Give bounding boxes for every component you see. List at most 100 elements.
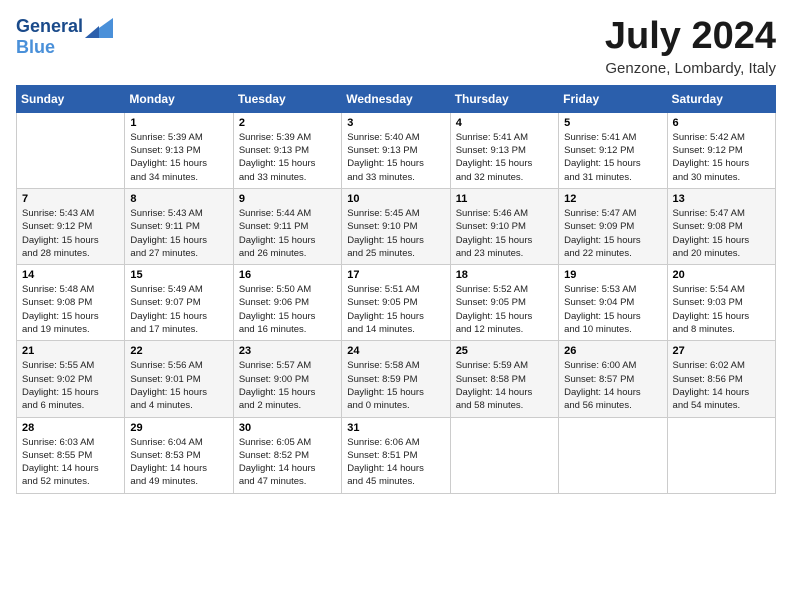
day-info: Sunrise: 5:53 AMSunset: 9:04 PMDaylight:… (564, 283, 661, 336)
day-number: 17 (347, 269, 444, 281)
sunrise-text: Sunrise: 5:41 AM (456, 131, 553, 144)
calendar-cell (17, 112, 125, 188)
day-number: 10 (347, 193, 444, 205)
calendar-week-3: 14Sunrise: 5:48 AMSunset: 9:08 PMDayligh… (17, 265, 776, 341)
sunrise-text: Sunrise: 6:05 AM (239, 436, 336, 449)
daylight-line1: Daylight: 15 hours (456, 234, 553, 247)
day-info: Sunrise: 5:50 AMSunset: 9:06 PMDaylight:… (239, 283, 336, 336)
sunrise-text: Sunrise: 6:02 AM (673, 359, 770, 372)
calendar-cell: 28Sunrise: 6:03 AMSunset: 8:55 PMDayligh… (17, 417, 125, 493)
sunrise-text: Sunrise: 5:56 AM (130, 359, 227, 372)
sunset-text: Sunset: 9:13 PM (239, 144, 336, 157)
daylight-line2: and 19 minutes. (22, 323, 119, 336)
daylight-line2: and 4 minutes. (130, 399, 227, 412)
daylight-line2: and 0 minutes. (347, 399, 444, 412)
daylight-line2: and 28 minutes. (22, 247, 119, 260)
sunset-text: Sunset: 9:11 PM (130, 220, 227, 233)
day-info: Sunrise: 5:40 AMSunset: 9:13 PMDaylight:… (347, 131, 444, 184)
day-number: 26 (564, 345, 661, 357)
weekday-header-friday: Friday (559, 85, 667, 112)
day-info: Sunrise: 5:49 AMSunset: 9:07 PMDaylight:… (130, 283, 227, 336)
calendar-cell: 19Sunrise: 5:53 AMSunset: 9:04 PMDayligh… (559, 265, 667, 341)
calendar-cell: 23Sunrise: 5:57 AMSunset: 9:00 PMDayligh… (233, 341, 341, 417)
daylight-line1: Daylight: 15 hours (673, 157, 770, 170)
calendar-week-1: 1Sunrise: 5:39 AMSunset: 9:13 PMDaylight… (17, 112, 776, 188)
sunset-text: Sunset: 9:04 PM (564, 296, 661, 309)
sunset-text: Sunset: 9:08 PM (22, 296, 119, 309)
daylight-line2: and 22 minutes. (564, 247, 661, 260)
daylight-line1: Daylight: 14 hours (22, 462, 119, 475)
day-number: 22 (130, 345, 227, 357)
sunrise-text: Sunrise: 5:49 AM (130, 283, 227, 296)
sunrise-text: Sunrise: 5:59 AM (456, 359, 553, 372)
daylight-line2: and 32 minutes. (456, 171, 553, 184)
day-info: Sunrise: 6:04 AMSunset: 8:53 PMDaylight:… (130, 436, 227, 489)
day-info: Sunrise: 5:55 AMSunset: 9:02 PMDaylight:… (22, 359, 119, 412)
calendar-cell: 3 Sunrise: 5:40 AMSunset: 9:13 PMDaylight… (342, 112, 450, 188)
sunrise-text: Sunrise: 5:54 AM (673, 283, 770, 296)
day-number: 29 (130, 422, 227, 434)
location: Genzone, Lombardy, Italy (605, 60, 776, 77)
day-number: 20 (673, 269, 770, 281)
daylight-line2: and 56 minutes. (564, 399, 661, 412)
weekday-header-saturday: Saturday (667, 85, 775, 112)
calendar-cell: 18Sunrise: 5:52 AMSunset: 9:05 PMDayligh… (450, 265, 558, 341)
calendar-week-2: 7Sunrise: 5:43 AMSunset: 9:12 PMDaylight… (17, 188, 776, 264)
calendar-cell: 8Sunrise: 5:43 AMSunset: 9:11 PMDaylight… (125, 188, 233, 264)
calendar-cell: 6Sunrise: 5:42 AMSunset: 9:12 PMDaylight… (667, 112, 775, 188)
weekday-header-monday: Monday (125, 85, 233, 112)
day-number: 9 (239, 193, 336, 205)
day-number: 31 (347, 422, 444, 434)
daylight-line1: Daylight: 15 hours (673, 310, 770, 323)
day-number: 8 (130, 193, 227, 205)
sunrise-text: Sunrise: 5:44 AM (239, 207, 336, 220)
daylight-line1: Daylight: 14 hours (673, 386, 770, 399)
day-info: Sunrise: 5:41 AMSunset: 9:13 PMDaylight:… (456, 131, 553, 184)
daylight-line2: and 26 minutes. (239, 247, 336, 260)
day-info: Sunrise: 5:41 AMSunset: 9:12 PMDaylight:… (564, 131, 661, 184)
sunrise-text: Sunrise: 6:03 AM (22, 436, 119, 449)
sunset-text: Sunset: 9:01 PM (130, 373, 227, 386)
sunrise-text: Sunrise: 5:47 AM (673, 207, 770, 220)
day-number: 12 (564, 193, 661, 205)
daylight-line2: and 12 minutes. (456, 323, 553, 336)
daylight-line2: and 23 minutes. (456, 247, 553, 260)
daylight-line1: Daylight: 15 hours (239, 310, 336, 323)
day-number: 11 (456, 193, 553, 205)
daylight-line1: Daylight: 15 hours (347, 310, 444, 323)
calendar-cell: 4Sunrise: 5:41 AMSunset: 9:13 PMDaylight… (450, 112, 558, 188)
sunset-text: Sunset: 9:07 PM (130, 296, 227, 309)
sunrise-text: Sunrise: 5:52 AM (456, 283, 553, 296)
daylight-line2: and 25 minutes. (347, 247, 444, 260)
daylight-line1: Daylight: 15 hours (22, 386, 119, 399)
day-info: Sunrise: 6:06 AMSunset: 8:51 PMDaylight:… (347, 436, 444, 489)
day-number: 16 (239, 269, 336, 281)
sunrise-text: Sunrise: 5:43 AM (130, 207, 227, 220)
sunrise-text: Sunrise: 5:58 AM (347, 359, 444, 372)
day-info: Sunrise: 5:48 AMSunset: 9:08 PMDaylight:… (22, 283, 119, 336)
day-number: 6 (673, 117, 770, 129)
day-number: 15 (130, 269, 227, 281)
day-number: 3 (347, 117, 444, 129)
day-info: Sunrise: 6:02 AMSunset: 8:56 PMDaylight:… (673, 359, 770, 412)
day-info: Sunrise: 5:56 AMSunset: 9:01 PMDaylight:… (130, 359, 227, 412)
weekday-header-row: SundayMondayTuesdayWednesdayThursdayFrid… (17, 85, 776, 112)
daylight-line1: Daylight: 15 hours (564, 157, 661, 170)
daylight-line1: Daylight: 14 hours (130, 462, 227, 475)
daylight-line2: and 34 minutes. (130, 171, 227, 184)
daylight-line2: and 17 minutes. (130, 323, 227, 336)
calendar-cell: 26Sunrise: 6:00 AMSunset: 8:57 PMDayligh… (559, 341, 667, 417)
calendar-cell: 30Sunrise: 6:05 AMSunset: 8:52 PMDayligh… (233, 417, 341, 493)
sunrise-text: Sunrise: 5:50 AM (239, 283, 336, 296)
calendar-cell: 25Sunrise: 5:59 AMSunset: 8:58 PMDayligh… (450, 341, 558, 417)
sunset-text: Sunset: 9:12 PM (673, 144, 770, 157)
daylight-line1: Daylight: 15 hours (239, 157, 336, 170)
sunset-text: Sunset: 9:13 PM (347, 144, 444, 157)
sunset-text: Sunset: 8:56 PM (673, 373, 770, 386)
daylight-line1: Daylight: 14 hours (347, 462, 444, 475)
calendar-cell: 16 Sunrise: 5:50 AMSunset: 9:06 PMDayligh… (233, 265, 341, 341)
calendar-week-5: 28Sunrise: 6:03 AMSunset: 8:55 PMDayligh… (17, 417, 776, 493)
sunrise-text: Sunrise: 6:06 AM (347, 436, 444, 449)
day-number: 1 (130, 117, 227, 129)
daylight-line1: Daylight: 15 hours (22, 234, 119, 247)
